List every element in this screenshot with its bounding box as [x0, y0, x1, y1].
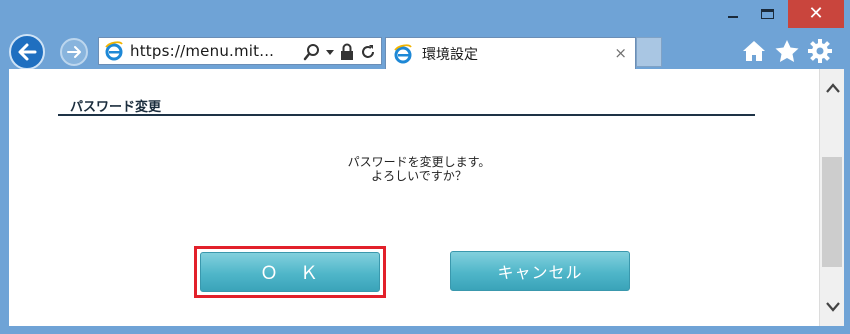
tab-title: 環境設定	[422, 46, 478, 63]
ie-icon	[103, 40, 125, 62]
search-icon[interactable]	[303, 43, 321, 61]
address-bar[interactable]: https://menu.mit...	[98, 37, 382, 65]
lock-icon[interactable]	[339, 43, 355, 61]
confirmation-message: パスワードを変更します。 よろしいですか？	[309, 155, 529, 183]
favorites-button[interactable]	[773, 37, 801, 65]
tab-settings[interactable]: 環境設定 ×	[385, 37, 636, 69]
page-content: パスワード変更 パスワードを変更します。 よろしいですか？ ＯＫ キャンセル	[9, 69, 819, 326]
back-button[interactable]	[9, 34, 45, 70]
settings-button[interactable]	[806, 37, 834, 65]
close-icon: ✕	[808, 3, 824, 24]
section-title: パスワード変更	[70, 100, 162, 115]
cancel-button-wrapper: キャンセル	[450, 251, 630, 291]
home-icon	[743, 41, 765, 61]
message-line-2: よろしいですか？	[371, 169, 467, 183]
scroll-down-button[interactable]	[820, 292, 845, 322]
scroll-up-icon	[825, 83, 840, 93]
cancel-button[interactable]: キャンセル	[450, 251, 630, 291]
gear-icon	[808, 39, 832, 63]
browser-window: ✕ https://menu.mit... 環境設定 × パスワード変更 パスワ…	[0, 0, 850, 334]
scroll-up-button[interactable]	[820, 73, 845, 103]
address-text[interactable]: https://menu.mit...	[130, 42, 274, 60]
maximize-icon	[760, 9, 774, 19]
dropdown-icon[interactable]	[325, 43, 335, 61]
scroll-down-icon	[825, 302, 840, 312]
ok-button-highlight: ＯＫ	[194, 246, 386, 298]
new-tab-button[interactable]	[636, 37, 662, 67]
vertical-scrollbar[interactable]	[819, 69, 844, 326]
refresh-icon[interactable]	[359, 43, 377, 61]
tab-close-icon[interactable]: ×	[614, 44, 627, 62]
forward-button[interactable]	[60, 38, 88, 66]
forward-icon	[67, 46, 81, 58]
minimize-icon	[728, 16, 738, 18]
window-close-button[interactable]: ✕	[788, 0, 844, 28]
star-icon	[775, 40, 799, 62]
minimize-button[interactable]	[720, 0, 746, 28]
maximize-button[interactable]	[752, 0, 782, 28]
home-button[interactable]	[740, 37, 768, 65]
section-divider	[58, 114, 755, 116]
back-icon	[18, 43, 37, 61]
message-line-1: パスワードを変更します。	[347, 155, 491, 169]
ok-button[interactable]: ＯＫ	[200, 252, 380, 292]
ie-icon	[392, 43, 414, 65]
scroll-thumb[interactable]	[822, 157, 842, 267]
